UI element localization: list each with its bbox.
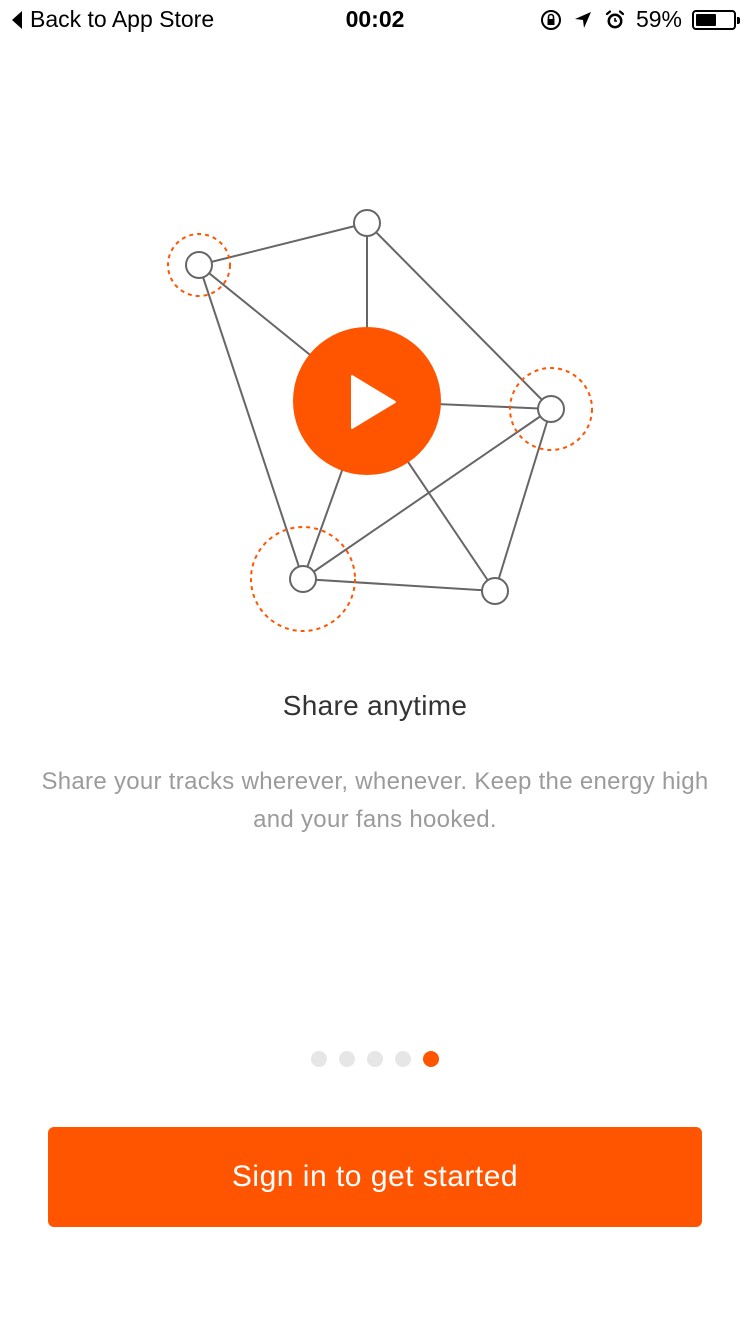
orientation-lock-icon [540, 9, 561, 30]
onboarding-description: Share your tracks wherever, whenever. Ke… [41, 768, 709, 833]
pager-dot[interactable] [339, 1051, 355, 1067]
battery-icon [692, 9, 740, 30]
page-indicator[interactable] [0, 1051, 750, 1067]
play-button-icon [293, 327, 441, 475]
status-indicators: 59% [540, 6, 740, 33]
location-arrow-icon [574, 11, 591, 28]
sign-in-button[interactable]: Sign in to get started [48, 1127, 702, 1227]
onboarding-title: Share anytime [282, 690, 468, 721]
battery-percent: 59% [635, 6, 682, 32]
battery-fill [696, 13, 716, 26]
battery-tip [737, 16, 740, 24]
alarm-icon [605, 9, 625, 28]
pager-dot[interactable] [395, 1051, 411, 1067]
pager-dot[interactable] [311, 1051, 327, 1067]
status-bar: Back to App Store 00:02 59% [0, 0, 750, 40]
share-network-illustration [167, 209, 593, 632]
pager-dot[interactable] [423, 1051, 439, 1067]
pager-dot[interactable] [367, 1051, 383, 1067]
